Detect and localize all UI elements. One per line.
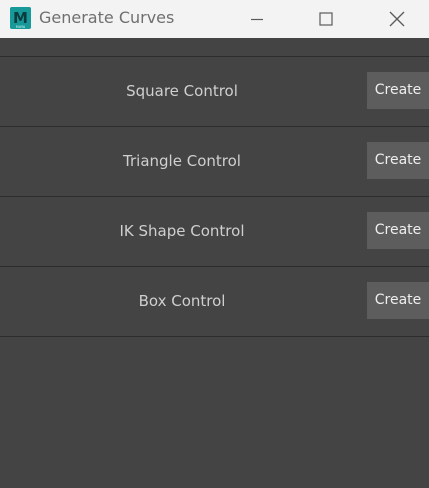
- maya-icon: M MAYA: [10, 7, 31, 29]
- create-box-control-button[interactable]: Create: [367, 282, 429, 319]
- triangle-control-row: Triangle Control Create: [0, 127, 429, 196]
- create-square-control-button[interactable]: Create: [367, 72, 429, 109]
- close-icon: [389, 11, 405, 27]
- box-control-label: Box Control: [138, 292, 226, 310]
- maximize-button[interactable]: [303, 0, 349, 38]
- square-control-label: Square Control: [126, 82, 238, 100]
- close-button[interactable]: [374, 0, 420, 38]
- triangle-control-label: Triangle Control: [123, 152, 241, 170]
- window-title: Generate Curves: [39, 8, 175, 27]
- create-triangle-control-button[interactable]: Create: [367, 142, 429, 179]
- divider: [0, 336, 429, 337]
- minimize-icon: [251, 18, 263, 21]
- maya-icon-caption: MAYA: [16, 25, 26, 29]
- controls-panel: Square Control Create Triangle Control C…: [0, 38, 429, 488]
- square-control-row: Square Control Create: [0, 57, 429, 126]
- ik-shape-control-label: IK Shape Control: [119, 222, 245, 240]
- create-ik-shape-control-button[interactable]: Create: [367, 212, 429, 249]
- maximize-icon: [319, 12, 333, 26]
- ik-shape-control-row: IK Shape Control Create: [0, 197, 429, 266]
- title-bar[interactable]: M MAYA Generate Curves: [0, 0, 429, 38]
- minimize-button[interactable]: [234, 0, 280, 38]
- box-control-row: Box Control Create: [0, 267, 429, 336]
- generate-curves-window: M MAYA Generate Curves Square Control Cr…: [0, 0, 429, 488]
